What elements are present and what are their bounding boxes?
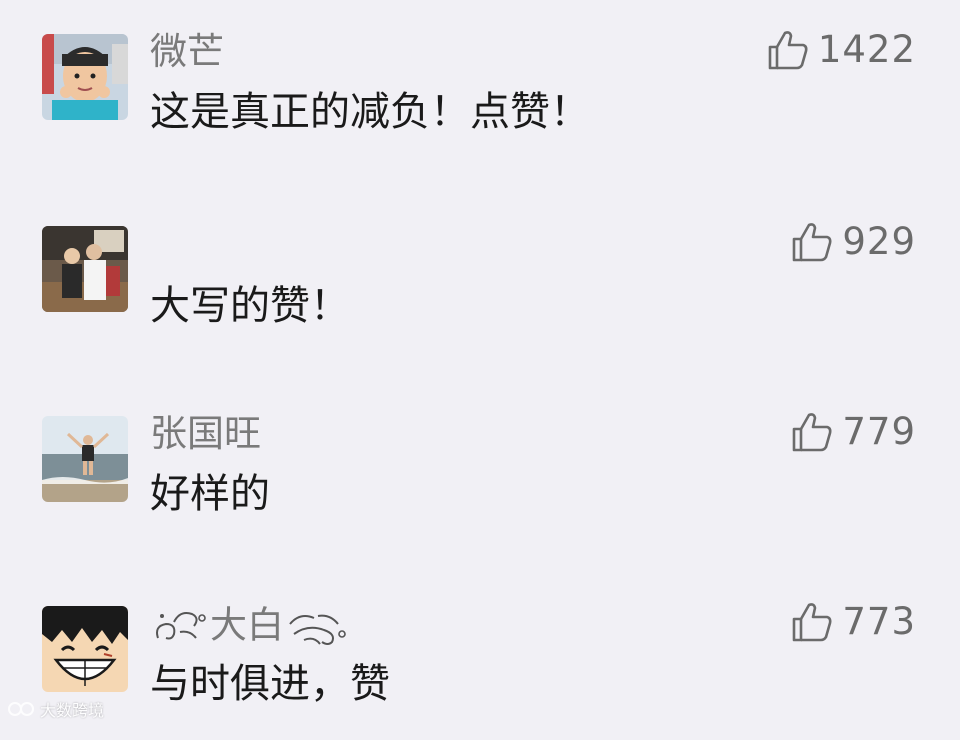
avatar[interactable] (42, 606, 128, 692)
thumbs-up-icon (793, 413, 832, 452)
like-count: 779 (842, 410, 916, 453)
swirl-decoration-icon (156, 611, 206, 639)
comment-item: 张国旺 好样的 779 (0, 410, 960, 550)
watermark: 大数跨境 (6, 697, 104, 721)
comment-text: 这是真正的减负！点赞！ (150, 89, 590, 135)
like-count: 929 (842, 220, 916, 263)
comment-text: 与时俱进，赞 (150, 661, 390, 707)
thumbs-up-icon (768, 31, 808, 70)
like-button[interactable]: 929 (790, 220, 916, 264)
like-count: 1422 (817, 28, 916, 71)
like-button[interactable]: 779 (790, 410, 916, 454)
like-button[interactable]: 773 (790, 600, 916, 644)
watermark-logo-icon (8, 702, 34, 716)
like-count: 773 (842, 600, 916, 643)
thumbs-up-icon (793, 223, 832, 262)
comment-text: 好样的 (150, 471, 270, 517)
nickname-text: 大白 (210, 603, 284, 647)
nickname[interactable]: 张国旺 (150, 412, 261, 456)
comment-item: 大白 与时俱进，赞 773 (0, 600, 960, 740)
comment-text: 大写的赞！ (150, 283, 350, 329)
comment-item: 微芒 这是真正的减负！点赞！ 1422 (0, 28, 960, 168)
watermark-text: 大数跨境 (40, 701, 105, 720)
avatar[interactable] (42, 416, 128, 502)
swirl-decoration-icon (289, 614, 346, 645)
comment-item: 929 大写的赞！ (0, 220, 960, 360)
like-button[interactable]: 1422 (766, 28, 916, 72)
avatar[interactable] (42, 34, 128, 120)
avatar[interactable] (42, 226, 128, 312)
nickname[interactable]: 大白 (150, 602, 348, 648)
thumbs-up-icon (793, 603, 832, 642)
nickname[interactable]: 微芒 (150, 30, 224, 74)
